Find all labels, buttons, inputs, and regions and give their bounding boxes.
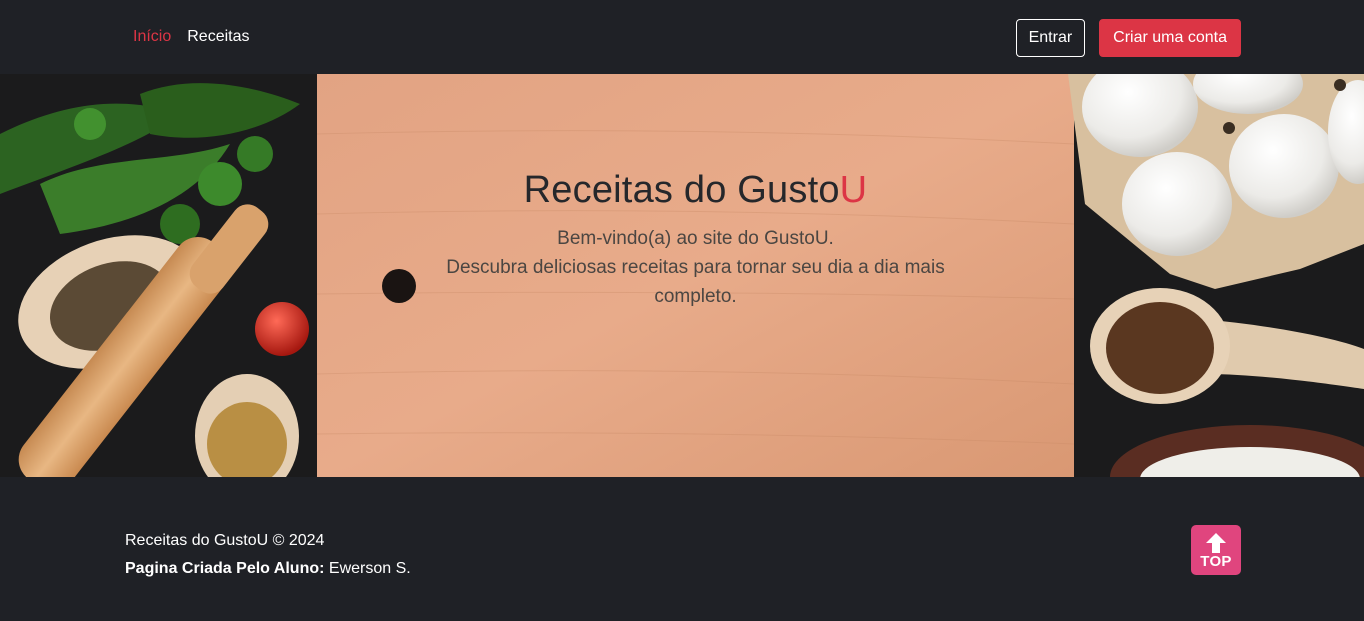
hero-banner: Receitas do GustoU Bem-vindo(a) ao site … bbox=[0, 74, 1364, 477]
hero-title-main: Receitas do Gusto bbox=[523, 169, 840, 211]
footer-text: Receitas do GustoU © 2024 Pagina Criada … bbox=[125, 527, 411, 583]
hero-welcome-line: Bem-vindo(a) ao site do GustoU. bbox=[557, 228, 834, 249]
hero-text: Receitas do GustoU Bem-vindo(a) ao site … bbox=[317, 169, 1074, 311]
footer-author-label: Pagina Criada Pelo Aluno: bbox=[125, 560, 325, 577]
hero-title-accent: U bbox=[839, 169, 868, 211]
login-button[interactable]: Entrar bbox=[1015, 19, 1086, 57]
signup-button[interactable]: Criar uma conta bbox=[1099, 19, 1241, 57]
nav-actions: Entrar Criar uma conta bbox=[1015, 19, 1241, 57]
footer: Receitas do GustoU © 2024 Pagina Criada … bbox=[0, 477, 1364, 621]
hero-description-line: Descubra deliciosas receitas para tornar… bbox=[446, 257, 945, 307]
navbar: Início Receitas Entrar Criar uma conta bbox=[0, 0, 1364, 74]
footer-author: Pagina Criada Pelo Aluno: Ewerson S. bbox=[125, 555, 411, 583]
nav-link-receitas[interactable]: Receitas bbox=[187, 28, 249, 46]
hero-subtitle: Bem-vindo(a) ao site do GustoU. Descubra… bbox=[317, 224, 1074, 311]
hero-title: Receitas do GustoU bbox=[317, 169, 1074, 212]
back-to-top-button[interactable]: TOP bbox=[1191, 525, 1241, 575]
arrow-up-icon bbox=[1206, 532, 1226, 553]
nav-links: Início Receitas bbox=[133, 28, 250, 46]
nav-link-inicio[interactable]: Início bbox=[133, 28, 171, 46]
footer-copyright: Receitas do GustoU © 2024 bbox=[125, 532, 325, 549]
footer-author-name: Ewerson S. bbox=[328, 560, 411, 577]
back-to-top-label: TOP bbox=[1200, 552, 1232, 570]
